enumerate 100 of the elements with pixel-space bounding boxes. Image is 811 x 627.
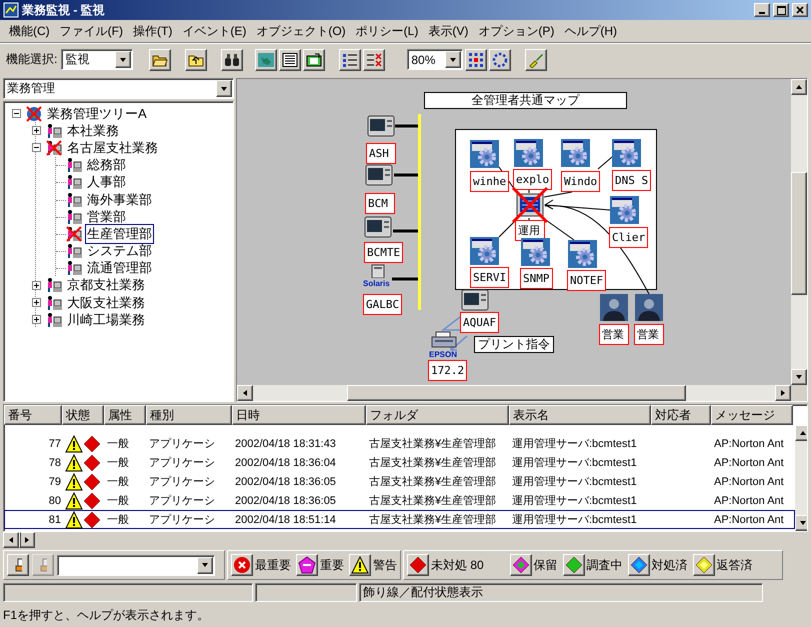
node-label[interactable]: 172.2 [428,360,468,381]
minimize-button[interactable] [754,3,770,17]
scroll-down-button[interactable] [795,515,807,531]
scrollbar[interactable] [237,385,791,401]
status-filter-button[interactable]: 返答済 [692,554,755,576]
menu-item[interactable]: ファイル(F) [54,22,128,40]
expand-toggle[interactable] [12,109,20,118]
table-row[interactable]: 78 一般 アプリケーシ 2002/04/18 18:36:04 古屋支社業務¥生産管理部 運用管理サーバ:bcmtest1 AP:Norton Ant [4,453,795,472]
toolbar-button[interactable] [363,48,386,70]
node-label[interactable]: NOTEF [567,270,606,291]
severity-filter-button[interactable]: 最重要 [231,554,293,576]
menu-item[interactable]: イベント(E) [177,22,252,40]
triangle-arrow-icon [220,84,228,92]
binoculars-icon [224,52,240,66]
scroll-left-button[interactable] [237,385,253,401]
menu-item[interactable]: ヘルプ(H) [559,22,622,40]
toolbar-button[interactable] [303,48,326,70]
node-label[interactable]: SERVI [470,267,510,288]
node-label[interactable]: ASH [366,143,396,164]
tree-select[interactable]: 業務管理 [3,78,234,99]
dropdown-button[interactable] [216,80,232,97]
toolbar-button[interactable] [465,48,488,70]
expand-toggle[interactable] [32,298,40,308]
menu-item[interactable]: 機能(C) [4,22,55,40]
node-label[interactable]: DNS S [612,170,652,191]
menu-item[interactable]: オプション(P) [473,22,560,40]
node-label[interactable]: 営業 [634,324,664,345]
severity-filter-button[interactable]: 警告 [349,554,399,576]
node-label[interactable]: winhe [470,171,510,192]
scroll-thumb[interactable] [19,532,21,548]
table-cell-text: 2002/04/18 18:36:05 [234,476,337,488]
menu-item[interactable]: オブジェクト(O) [251,22,351,40]
dropdown-button[interactable] [445,51,462,68]
scrollbar[interactable] [3,532,35,548]
column-header[interactable]: 状態 [62,405,104,425]
column-header[interactable]: 番号 [4,405,62,425]
table-row[interactable]: 79 一般 アプリケーシ 2002/04/18 18:36:05 古屋支社業務¥生産管理部 運用管理サーバ:bcmtest1 AP:Norton Ant [4,472,795,491]
toolbar-button[interactable] [489,48,512,70]
scroll-right-button[interactable] [775,385,791,401]
connector-line [394,174,418,176]
status-filter-button[interactable]: 未対処 80 [407,554,486,576]
expand-toggle[interactable] [32,315,40,324]
scroll-up-button[interactable] [791,79,807,95]
column-header[interactable]: 対応者 [651,405,711,425]
table-row[interactable]: 77 一般 アプリケーシ 2002/04/18 18:31:43 古屋支社業務¥生産管理部 運用管理サーバ:bcmtest1 AP:Norton Ant [4,434,795,453]
scroll-thumb[interactable] [346,385,686,401]
expand-toggle[interactable] [32,280,40,290]
export-icon [306,52,322,66]
menu-item[interactable]: ポリシー(L) [350,22,424,40]
triangle-arrow-icon [799,429,807,437]
column-header[interactable]: 日時 [232,405,366,425]
table-cell-text: 77 [48,438,62,450]
node-label[interactable]: BCMTE [364,242,404,263]
filter-select[interactable] [57,554,215,576]
toolbar-button[interactable] [255,48,278,70]
node-label[interactable]: GALBC [363,294,402,315]
tool-button[interactable] [7,554,29,576]
node-label[interactable]: AQUAF [460,312,500,333]
node-label[interactable]: SNMP [520,268,552,289]
app-icon [3,2,19,18]
expand-toggle[interactable] [32,126,40,136]
scroll-down-button[interactable] [791,369,807,385]
node-label[interactable]: Windo [561,171,600,192]
column-header[interactable]: 表示名 [509,405,651,425]
toolbar-button[interactable] [149,48,172,70]
plus-icon [32,316,40,324]
expand-toggle[interactable] [32,143,40,152]
scroll-thumb[interactable] [791,172,807,296]
menu-item[interactable]: 表示(V) [423,22,474,40]
node-label[interactable]: BCM [365,193,395,214]
node-label[interactable]: Clier [609,227,648,248]
column-header[interactable]: 属性 [104,405,146,425]
menu-item[interactable]: 操作(T) [128,22,178,40]
close-button[interactable] [792,3,808,17]
table-row[interactable]: 81 一般 アプリケーシ 2002/04/18 18:51:14 古屋支社業務¥生産管理部 運用管理サーバ:bcmtest1 AP:Norton Ant [4,510,795,529]
dropdown-button[interactable] [197,556,213,574]
toolbar-button[interactable] [185,48,208,70]
node-label[interactable]: 営業 [599,324,629,345]
node-label[interactable]: explo [513,169,552,190]
column-header[interactable]: 種別 [146,405,232,425]
scrollbar[interactable] [795,425,807,531]
scroll-up-button[interactable] [795,425,807,441]
dropdown-button[interactable] [115,51,132,68]
toolbar-button[interactable] [221,48,244,70]
function-select[interactable]: 監視 [61,49,134,70]
toolbar-button[interactable] [525,48,548,70]
status-filter-button[interactable]: 調査中 [562,554,625,576]
scroll-left-button[interactable] [3,532,19,548]
status-filter-button[interactable]: 対処済 [628,554,690,576]
severity-filter-button[interactable]: 重要 [296,554,346,576]
toolbar-button[interactable] [339,48,362,70]
status-filter-button[interactable]: 保留 [510,554,560,576]
tree-item[interactable]: 生産管理部 [85,224,154,244]
zoom-select[interactable]: 80% [407,49,464,70]
toolbar-button[interactable] [279,48,302,70]
column-header[interactable]: フォルダ [366,405,509,425]
maximize-button[interactable] [773,3,789,17]
scrollbar[interactable] [791,79,807,385]
table-row[interactable]: 80 一般 アプリケーシ 2002/04/18 18:36:05 古屋支社業務¥生産管理部 運用管理サーバ:bcmtest1 AP:Norton Ant [4,491,795,510]
column-header[interactable]: メッセージ [711,405,793,425]
